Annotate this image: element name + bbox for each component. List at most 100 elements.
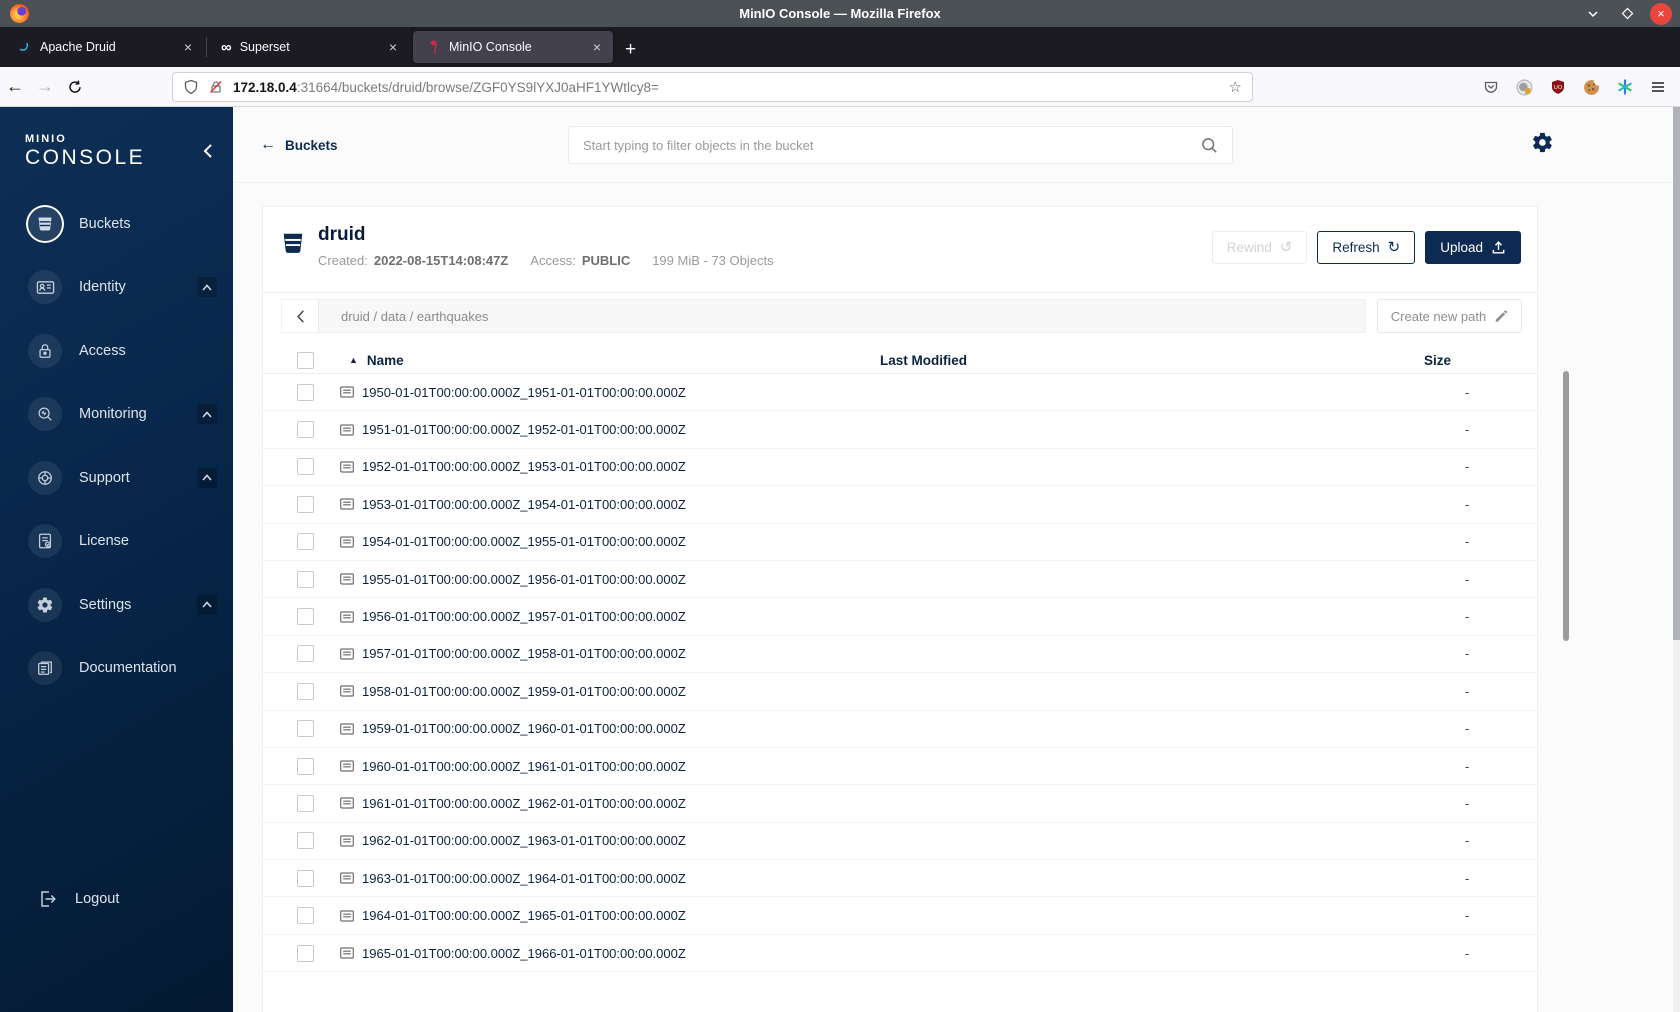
bucket-settings-gear-icon[interactable] — [1531, 131, 1554, 154]
row-checkbox[interactable] — [297, 794, 314, 812]
tab-superset[interactable]: ∞ Superset × — [209, 31, 409, 63]
object-row[interactable]: 1958-01-01T00:00:00.000Z_1959-01-01T00:0… — [263, 673, 1537, 711]
row-checkbox[interactable] — [297, 458, 314, 476]
sidebar-item-support[interactable]: Support — [0, 446, 233, 510]
row-checkbox[interactable] — [297, 495, 314, 513]
object-row[interactable]: 1962-01-01T00:00:00.000Z_1963-01-01T00:0… — [263, 823, 1537, 861]
object-row[interactable]: 1965-01-01T00:00:00.000Z_1966-01-01T00:0… — [263, 935, 1537, 973]
object-row[interactable]: 1957-01-01T00:00:00.000Z_1958-01-01T00:0… — [263, 636, 1537, 674]
extension-asterisk-icon[interactable] — [1617, 79, 1633, 95]
object-size-value: - — [1465, 422, 1470, 438]
folder-prefix-icon — [340, 910, 354, 922]
sidebar-item-access[interactable]: Access — [0, 319, 233, 383]
object-row[interactable]: 1963-01-01T00:00:00.000Z_1964-01-01T00:0… — [263, 860, 1537, 898]
create-new-path-button[interactable]: Create new path — [1377, 299, 1522, 333]
chevron-up-icon[interactable] — [197, 594, 217, 615]
object-name-text: 1958-01-01T00:00:00.000Z_1959-01-01T00:0… — [362, 683, 686, 699]
object-size-value: - — [1465, 945, 1470, 961]
select-all-checkbox[interactable] — [297, 351, 314, 369]
object-row[interactable]: 1954-01-01T00:00:00.000Z_1955-01-01T00:0… — [263, 524, 1537, 561]
sidebar-item-settings[interactable]: Settings — [0, 573, 233, 637]
row-checkbox[interactable] — [297, 720, 314, 738]
tab-close-icon[interactable]: × — [589, 39, 605, 55]
bookmark-star-icon[interactable]: ☆ — [1229, 78, 1242, 96]
sidebar-item-monitoring[interactable]: Monitoring — [0, 383, 233, 447]
sidebar-item-documentation[interactable]: Documentation — [0, 637, 233, 701]
object-row[interactable]: 1959-01-01T00:00:00.000Z_1960-01-01T00:0… — [263, 711, 1537, 748]
browser-toolbar: ← → 172.18.0.4:31664/buckets/druid/brows… — [0, 67, 1680, 107]
object-filter-searchbox[interactable] — [568, 126, 1233, 164]
name-column-label: Name — [366, 352, 404, 368]
url-path: :31664/buckets/druid/browse/ZGF0YS9lYXJ0… — [296, 79, 659, 95]
sidebar-item-identity[interactable]: Identity — [0, 256, 233, 320]
url-bar[interactable]: 172.18.0.4:31664/buckets/druid/browse/ZG… — [172, 72, 1253, 102]
tab-apache-druid[interactable]: Apache Druid × — [4, 31, 204, 63]
search-input[interactable] — [583, 137, 1201, 153]
page-scrollbar-track[interactable] — [1673, 107, 1680, 1012]
row-checkbox[interactable] — [297, 907, 314, 925]
page-scrollbar-thumb[interactable] — [1673, 107, 1680, 640]
row-checkbox[interactable] — [297, 832, 314, 850]
object-list-scrollbar-thumb[interactable] — [1563, 371, 1569, 641]
window-maximize-button[interactable] — [1616, 3, 1638, 25]
forward-button[interactable]: → — [30, 76, 60, 97]
cookie-icon[interactable] — [1583, 78, 1600, 96]
tab-minio-console[interactable]: MinIO Console × — [413, 31, 613, 63]
object-row[interactable]: 1951-01-01T00:00:00.000Z_1952-01-01T00:0… — [263, 411, 1537, 449]
sidebar-item-label: Identity — [79, 279, 126, 296]
access-value[interactable]: PUBLIC — [582, 253, 630, 268]
sidebar-item-logout[interactable]: Logout — [0, 883, 233, 915]
row-checkbox[interactable] — [297, 645, 314, 663]
upload-button[interactable]: Upload — [1425, 231, 1521, 264]
column-header-name[interactable]: ▲ Name — [339, 353, 880, 368]
row-checkbox[interactable] — [297, 757, 314, 775]
pocket-icon[interactable] — [1483, 79, 1499, 95]
back-to-buckets-link[interactable]: ← Buckets — [260, 136, 338, 154]
new-tab-button[interactable]: + — [625, 40, 636, 59]
chevron-up-icon[interactable] — [197, 404, 217, 425]
tab-close-icon[interactable]: × — [180, 39, 196, 55]
path-breadcrumb-bar: druid / data / earthquakes — [281, 299, 1366, 333]
menu-hamburger-icon[interactable] — [1650, 79, 1666, 95]
object-name-text: 1950-01-01T00:00:00.000Z_1951-01-01T00:0… — [362, 384, 686, 400]
insecure-lock-icon[interactable] — [208, 79, 224, 95]
path-back-button[interactable] — [282, 300, 319, 332]
breadcrumb-path[interactable]: druid / data / earthquakes — [341, 309, 488, 324]
rewind-button[interactable]: Rewind ↺ — [1211, 231, 1308, 264]
object-row[interactable]: 1955-01-01T00:00:00.000Z_1956-01-01T00:0… — [263, 561, 1537, 599]
row-checkbox[interactable] — [297, 869, 314, 887]
object-row[interactable]: 1953-01-01T00:00:00.000Z_1954-01-01T00:0… — [263, 486, 1537, 524]
chevron-up-icon[interactable] — [197, 277, 217, 298]
chevron-up-icon[interactable] — [197, 467, 217, 488]
row-checkbox[interactable] — [297, 608, 314, 626]
object-row[interactable]: 1960-01-01T00:00:00.000Z_1961-01-01T00:0… — [263, 748, 1537, 786]
sidebar-collapse-button[interactable] — [202, 143, 213, 159]
url-text: 172.18.0.4:31664/buckets/druid/browse/ZG… — [233, 80, 1220, 95]
row-checkbox[interactable] — [297, 421, 314, 439]
tab-close-icon[interactable]: × — [385, 39, 401, 55]
window-minimize-button[interactable] — [1582, 3, 1604, 25]
row-checkbox[interactable] — [297, 533, 314, 551]
shield-icon[interactable] — [183, 79, 199, 95]
row-checkbox[interactable] — [297, 682, 314, 700]
privacy-badger-icon[interactable] — [1516, 79, 1533, 96]
object-row[interactable]: 1950-01-01T00:00:00.000Z_1951-01-01T00:0… — [263, 374, 1537, 412]
sidebar-item-license[interactable]: License — [0, 510, 233, 574]
back-button[interactable]: ← — [0, 76, 30, 97]
row-checkbox[interactable] — [297, 570, 314, 588]
row-checkbox[interactable] — [297, 383, 314, 401]
object-row[interactable]: 1961-01-01T00:00:00.000Z_1962-01-01T00:0… — [263, 785, 1537, 823]
row-checkbox[interactable] — [297, 944, 314, 962]
sidebar-item-buckets[interactable]: Buckets — [0, 192, 233, 256]
identity-card-icon — [28, 270, 62, 305]
object-row[interactable]: 1956-01-01T00:00:00.000Z_1957-01-01T00:0… — [263, 598, 1537, 636]
object-row[interactable]: 1952-01-01T00:00:00.000Z_1953-01-01T00:0… — [263, 449, 1537, 487]
object-row[interactable]: 1964-01-01T00:00:00.000Z_1965-01-01T00:0… — [263, 897, 1537, 935]
bucket-usage: 199 MiB - 73 Objects — [652, 253, 774, 268]
url-host: 172.18.0.4 — [233, 79, 297, 95]
minio-logo: MINIO CONSOLE — [25, 133, 145, 170]
reload-button[interactable] — [60, 79, 90, 95]
refresh-button[interactable]: Refresh ↻ — [1317, 231, 1416, 264]
window-close-button[interactable]: × — [1650, 2, 1672, 25]
ublock-origin-icon[interactable]: UO — [1550, 79, 1566, 95]
